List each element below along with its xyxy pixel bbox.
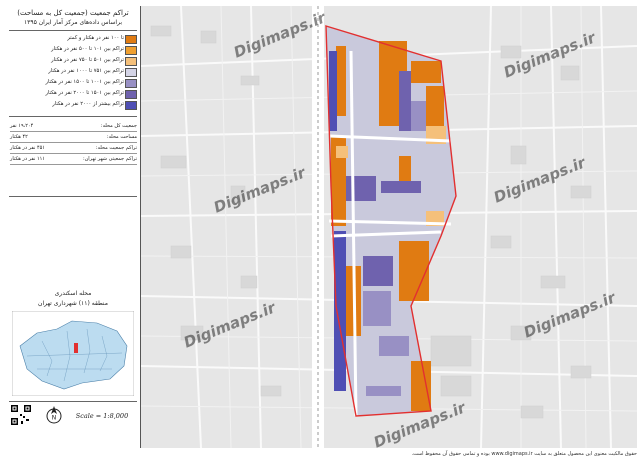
stat-value: ۴۵۱ نفر در هکتار [10, 145, 45, 151]
legend-label: تراکم بین ۱۰۱ تا ۵۰۰ نفر در هکتار [51, 46, 124, 52]
legend-item: تراکم بین ۱۵۰۱ تا ۲۰۰۰ نفر در هکتار [10, 89, 137, 99]
scale-label: Scale = 1:8,000 [75, 412, 129, 420]
stat-key: مساحت محله: [106, 134, 137, 140]
legend-item: تراکم بین ۱۰۰۱ تا ۱۵۰۰ نفر در هکتار [10, 78, 137, 88]
map-subtitle: براساس داده‌های مرکز آمار ایران ۱۳۹۵ [23, 19, 123, 26]
legend-item: تراکم بین ۱۰۱ تا ۵۰۰ نفر در هکتار [10, 45, 137, 55]
stat-value: ۱۱۱ نفر در هکتار [10, 156, 45, 162]
footer-copyright: حقوق مالکیت معنوی این محصول متعلق به سای… [411, 451, 637, 457]
legend-item: تا ۱۰۰ نفر در هکتار و کمتر [10, 34, 137, 44]
legend-swatch [125, 90, 137, 99]
svg-text:N: N [52, 415, 57, 422]
legend-swatch [125, 57, 137, 66]
district-name: محله اسکندری [54, 290, 92, 297]
stat-row: تراکم جمعیتی شهر تهران: ۱۱۱ نفر در هکتار [10, 155, 137, 165]
legend-swatch [125, 68, 137, 77]
stat-value: ۴۲ هکتار [10, 134, 28, 140]
legend-item: تراکم بیشتر از ۲۰۰۰ نفر در هکتار [10, 100, 137, 110]
main-highway [312, 6, 324, 448]
legend-label: تا ۱۰۰ نفر در هکتار و کمتر [67, 35, 124, 41]
legend-swatch [125, 101, 137, 110]
map-canvas[interactable]: Digimaps.ir Digimaps.ir Digimaps.ir Digi… [141, 6, 637, 448]
map-title: تراکم جمعیت (جمعیت کل به مساحت) [17, 9, 129, 17]
legend-label: تراکم بین ۷۵۱ تا ۱۰۰۰ نفر در هکتار [48, 68, 124, 74]
stat-value: ۱۹،۲۰۴ نفر [10, 123, 34, 129]
stat-row: تراکم جمعیت محله: ۴۵۱ نفر در هکتار [10, 144, 137, 154]
stat-row: جمعیت کل محله: ۱۹،۲۰۴ نفر [10, 122, 137, 132]
legend-swatch [125, 46, 137, 55]
legend-label: تراکم بیشتر از ۲۰۰۰ نفر در هکتار [52, 101, 124, 107]
stat-key: جمعیت کل محله: [100, 123, 137, 129]
stat-key: تراکم جمعیتی شهر تهران: [82, 156, 137, 162]
inset-map [12, 311, 134, 396]
legend-label: تراکم بین ۱۵۰۱ تا ۲۰۰۰ نفر در هکتار [45, 90, 124, 96]
district-subtitle: منطقه (۱۱) شهرداری تهران [38, 300, 108, 307]
stat-row: مساحت محله: ۴۲ هکتار [10, 133, 137, 143]
legend-item: تراکم بین ۷۵۱ تا ۱۰۰۰ نفر در هکتار [10, 67, 137, 77]
legend-label: تراکم بین ۱۰۰۱ تا ۱۵۰۰ نفر در هکتار [45, 79, 124, 85]
legend-label: تراکم بین ۵۰۱ تا ۷۵۰ نفر در هکتار [51, 57, 124, 63]
legend-item: تراکم بین ۵۰۱ تا ۷۵۰ نفر در هکتار [10, 56, 137, 66]
qr-code-icon [10, 404, 32, 426]
legend-panel: تراکم جمعیت (جمعیت کل به مساحت) براساس د… [6, 6, 141, 448]
map-svg [141, 6, 637, 448]
stat-key: تراکم جمعیت محله: [95, 145, 137, 151]
north-arrow-icon: N [46, 406, 62, 424]
legend-swatch [125, 35, 137, 44]
district-marker [74, 343, 78, 353]
legend-swatch [125, 79, 137, 88]
